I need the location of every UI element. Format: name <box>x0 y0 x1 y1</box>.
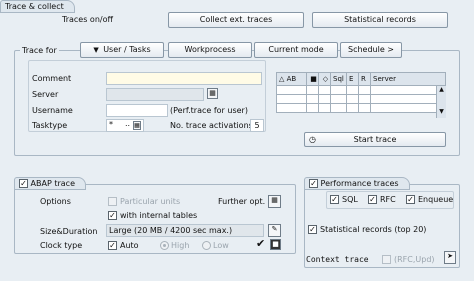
arrow-right-icon[interactable]: ➤ <box>444 251 456 264</box>
internal-tables-checkbox[interactable]: ✓ <box>108 211 117 220</box>
rfc-upd-label: (RFC,Upd) <box>394 255 435 264</box>
trace-for-label: Trace for <box>20 45 59 57</box>
high-label: High <box>171 241 190 250</box>
rfc-label: RFC <box>380 195 396 204</box>
scroll-down-icon[interactable]: ▼ <box>437 108 446 116</box>
performance-traces-checkbox[interactable]: ✓ <box>309 179 318 188</box>
clock-icon: ◷ <box>309 135 316 144</box>
perf-trace-for-user-note: (Perf.trace for user) <box>170 106 248 115</box>
start-trace-button[interactable]: ◷ Start trace <box>304 132 446 147</box>
tab-workprocess[interactable]: Workprocess <box>168 42 252 58</box>
size-duration-field[interactable]: Large (20 MB / 4200 sec max.) <box>106 224 264 237</box>
performance-traces-label: Performance traces <box>320 179 399 188</box>
further-options-label: Further opt. <box>218 197 266 206</box>
statistical-records-label: Statistical records (top 20) <box>320 225 427 234</box>
statistical-records-button[interactable]: Statistical records <box>312 12 448 28</box>
size-duration-label: Size&Duration <box>40 227 98 236</box>
activations-field[interactable]: 5 <box>250 119 264 132</box>
options-label: Options <box>40 197 71 206</box>
tasktype-extra: .. <box>125 119 131 128</box>
activations-label: No. trace activations <box>170 121 253 130</box>
statistical-records-checkbox[interactable]: ✓ <box>308 225 317 234</box>
table-row <box>276 94 446 104</box>
low-label: Low <box>213 241 229 250</box>
enqueue-label: Enqueue <box>418 195 454 204</box>
tab-user-tasks[interactable]: ▼ User / Tasks <box>80 42 164 58</box>
context-trace-label: Context trace <box>306 255 369 264</box>
col-server: Server <box>370 72 446 86</box>
abap-trace-checkbox[interactable]: ✓ <box>19 179 28 188</box>
abap-trace-header: ✓ ABAP trace <box>14 177 86 190</box>
table-row <box>276 103 446 113</box>
edit-pencil-icon[interactable]: ✎ <box>268 224 281 237</box>
rfc-checkbox[interactable]: ✓ <box>368 195 377 204</box>
auto-label: Auto <box>120 241 139 250</box>
save-icon[interactable]: ■ <box>270 239 281 250</box>
tasktype-label: Tasktype <box>32 121 68 130</box>
low-radio[interactable] <box>202 241 211 250</box>
rfc-upd-checkbox[interactable] <box>382 255 391 264</box>
particular-units-checkbox[interactable] <box>108 197 117 206</box>
comment-field[interactable] <box>106 72 262 85</box>
collect-ext-traces-button[interactable]: Collect ext. traces <box>168 12 304 28</box>
internal-tables-label: with internal tables <box>120 211 198 220</box>
particular-units-label: Particular units <box>120 197 181 206</box>
high-radio[interactable] <box>160 241 169 250</box>
col-e: E <box>346 72 359 86</box>
sql-label: SQL <box>342 195 358 204</box>
server-label: Server <box>32 90 59 99</box>
further-options-icon[interactable]: ▦ <box>268 195 281 208</box>
db-icon: ■ <box>310 75 317 83</box>
tab-current-mode[interactable]: Current mode <box>254 42 338 58</box>
window-title: Trace & collect <box>0 0 75 13</box>
table-scrollbar[interactable]: ▲ ▼ <box>436 86 446 118</box>
tab-user-tasks-label: User / Tasks <box>103 45 151 54</box>
server-select-icon[interactable]: ▦ <box>207 88 218 99</box>
tab-schedule[interactable]: Schedule > <box>340 42 402 58</box>
username-field[interactable] <box>106 104 168 117</box>
col-sql: Sql <box>330 72 347 86</box>
table-row <box>276 85 446 95</box>
traces-on-off-label: Traces on/off <box>62 15 113 24</box>
start-trace-label: Start trace <box>353 135 397 144</box>
performance-traces-header: ✓ Performance traces <box>304 177 410 190</box>
col-ab: AB <box>286 75 297 83</box>
triangle-down-icon: ▼ <box>93 46 104 54</box>
col-r: R <box>358 72 371 86</box>
enqueue-checkbox[interactable]: ✓ <box>406 195 415 204</box>
tasktype-select-icon[interactable]: ▦ <box>133 121 141 130</box>
sql-checkbox[interactable]: ✓ <box>330 195 339 204</box>
scroll-up-icon[interactable]: ▲ <box>437 86 446 94</box>
abap-trace-label: ABAP trace <box>30 179 75 188</box>
trace-server-table[interactable]: △ AB ■ ◇ Sql E R Server <box>276 72 446 113</box>
username-label: Username <box>32 106 73 115</box>
comment-label: Comment <box>32 74 72 83</box>
diamond-icon: ◇ <box>322 75 329 83</box>
tasktype-value: * <box>109 120 113 129</box>
tasktype-field[interactable]: * .. ▦ <box>106 119 144 132</box>
warning-icon: △ <box>279 75 285 83</box>
checkmark-icon[interactable]: ✔ <box>256 238 265 250</box>
clock-type-label: Clock type <box>40 241 83 250</box>
server-field[interactable] <box>106 88 204 101</box>
auto-checkbox[interactable]: ✓ <box>108 241 117 250</box>
